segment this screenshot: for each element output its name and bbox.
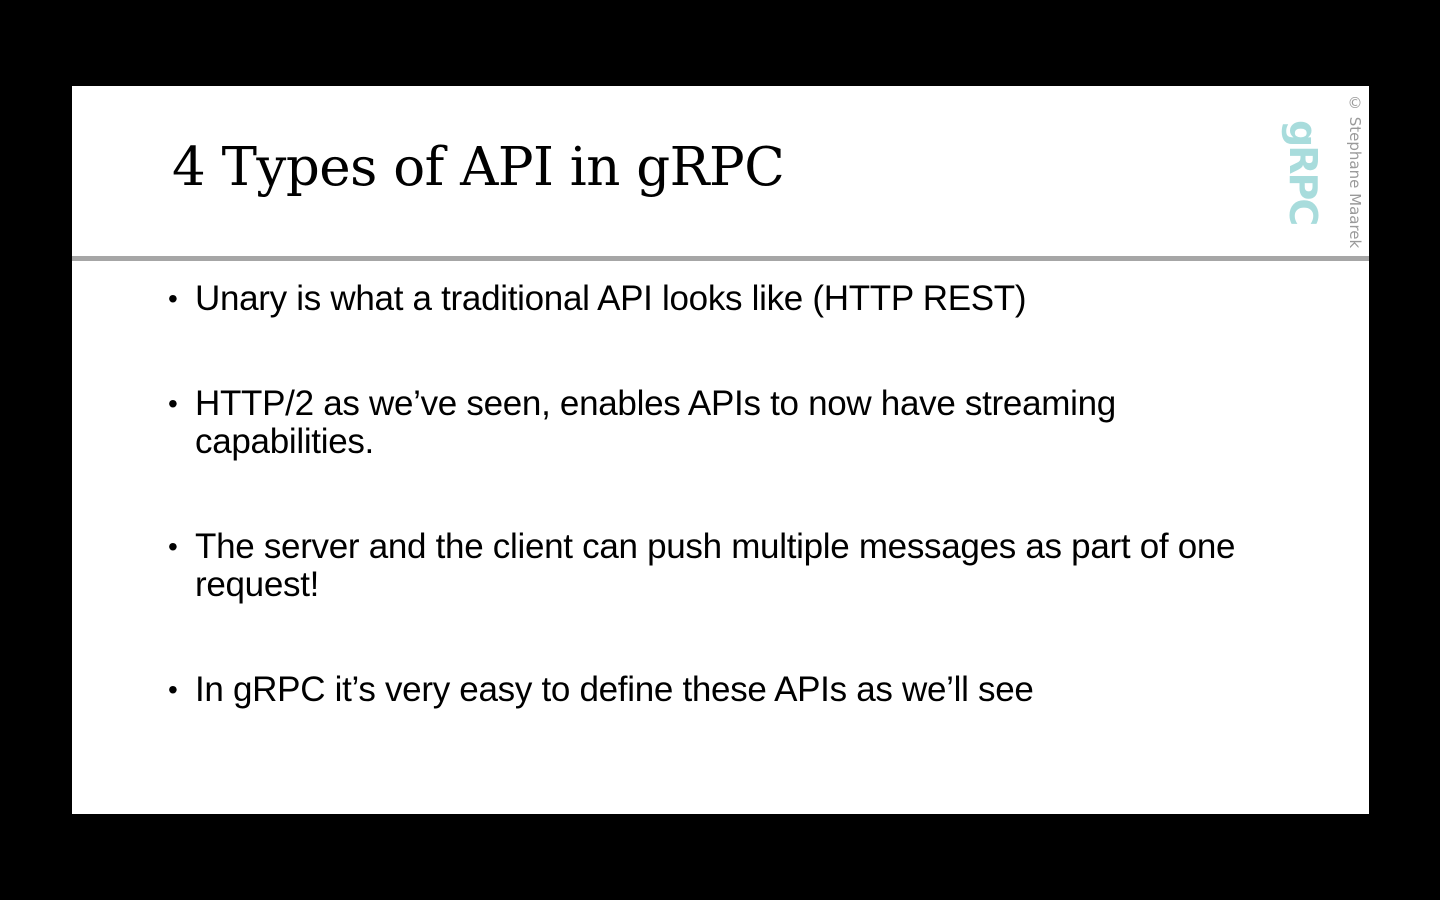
bullet-marker: • <box>168 531 178 562</box>
bullet-list: • Unary is what a traditional API looks … <box>168 280 1278 709</box>
bullet-item: • Unary is what a traditional API looks … <box>168 280 1278 318</box>
bullet-text: In gRPC it’s very easy to define these A… <box>195 670 1034 709</box>
bullet-marker: • <box>168 283 178 314</box>
bullet-text: The server and the client can push multi… <box>195 527 1236 604</box>
slide-title: 4 Types of API in gRPC <box>172 137 785 198</box>
slide: 4 Types of API in gRPC gRPC © Stephane M… <box>72 86 1369 814</box>
bullet-item: • The server and the client can push mul… <box>168 528 1278 604</box>
presentation-frame: 4 Types of API in gRPC gRPC © Stephane M… <box>0 0 1440 900</box>
bullet-item: • In gRPC it’s very easy to define these… <box>168 671 1278 709</box>
copyright-watermark: © Stephane Maarek <box>1346 94 1364 249</box>
bullet-text: HTTP/2 as we’ve seen, enables APIs to no… <box>195 384 1116 461</box>
title-divider <box>72 256 1369 261</box>
bullet-text: Unary is what a traditional API looks li… <box>195 279 1027 318</box>
bullet-item: • HTTP/2 as we’ve seen, enables APIs to … <box>168 385 1278 461</box>
bullet-marker: • <box>168 388 178 419</box>
bullet-marker: • <box>168 674 178 705</box>
grpc-logo: gRPC <box>1281 120 1325 225</box>
